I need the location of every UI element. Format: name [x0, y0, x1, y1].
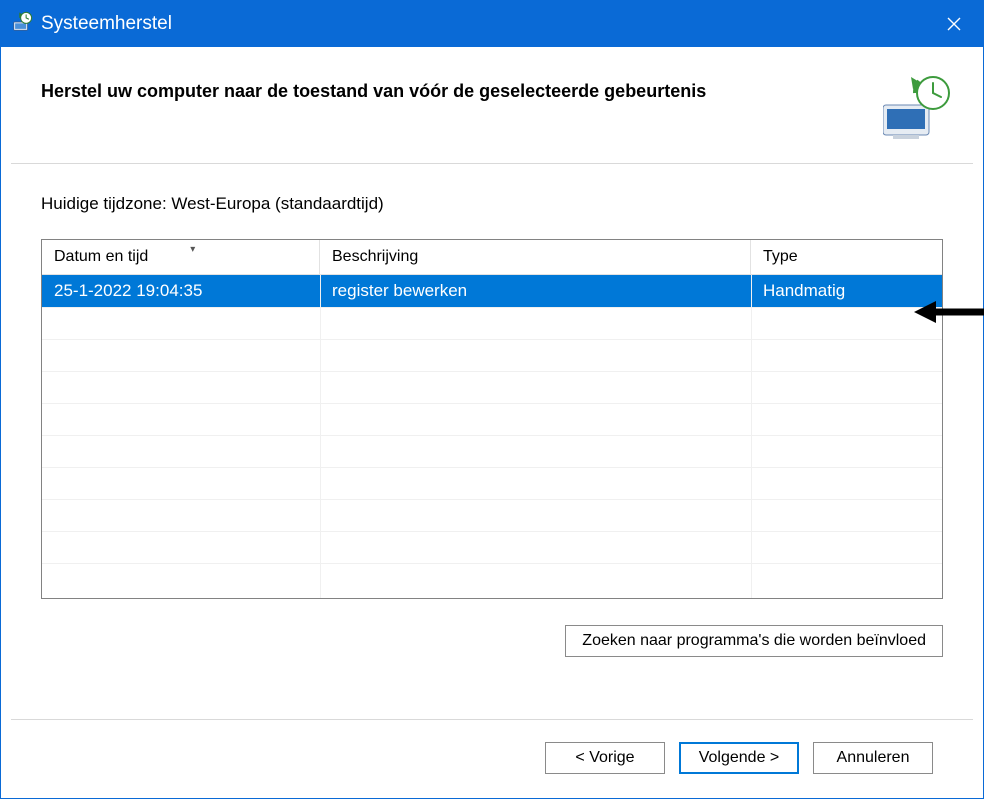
table-row[interactable]: 25-1-2022 19:04:35 register bewerken Han… — [42, 275, 942, 307]
cancel-button[interactable]: Annuleren — [813, 742, 933, 774]
header-pane: Herstel uw computer naar de toestand van… — [1, 47, 983, 163]
column-header-desc-label: Beschrijving — [332, 248, 418, 266]
column-header-type[interactable]: Type — [751, 240, 942, 274]
column-header-description[interactable]: Beschrijving — [320, 240, 751, 274]
system-restore-icon — [883, 75, 953, 143]
timezone-label: Huidige tijdzone: West-Europa (standaard… — [41, 194, 943, 214]
wizard-footer: < Vorige Volgende > Annuleren — [11, 719, 973, 798]
table-header: Datum en tijd ▾ Beschrijving Type — [42, 240, 942, 275]
content-area: Huidige tijdzone: West-Europa (standaard… — [1, 164, 983, 719]
back-button[interactable]: < Vorige — [545, 742, 665, 774]
window-title: Systeemherstel — [41, 13, 172, 35]
titlebar: Systeemherstel — [1, 1, 983, 47]
restore-points-table: Datum en tijd ▾ Beschrijving Type 25-1-2… — [41, 239, 943, 599]
scan-row: Zoeken naar programma's die worden beïnv… — [41, 625, 943, 657]
column-header-date[interactable]: Datum en tijd ▾ — [42, 240, 320, 274]
column-header-date-label: Datum en tijd — [54, 248, 148, 266]
cell-date: 25-1-2022 19:04:35 — [42, 275, 320, 307]
scan-affected-programs-button[interactable]: Zoeken naar programma's die worden beïnv… — [565, 625, 943, 657]
cell-desc: register bewerken — [320, 275, 751, 307]
close-button[interactable] — [925, 1, 983, 47]
table-body: 25-1-2022 19:04:35 register bewerken Han… — [42, 275, 942, 598]
column-header-type-label: Type — [763, 248, 798, 266]
next-button[interactable]: Volgende > — [679, 742, 799, 774]
app-icon — [11, 11, 33, 37]
system-restore-window: Systeemherstel Herstel uw computer naar … — [0, 0, 984, 799]
sort-desc-icon: ▾ — [190, 244, 195, 255]
page-heading: Herstel uw computer naar de toestand van… — [41, 81, 706, 102]
cell-type: Handmatig — [751, 275, 942, 307]
